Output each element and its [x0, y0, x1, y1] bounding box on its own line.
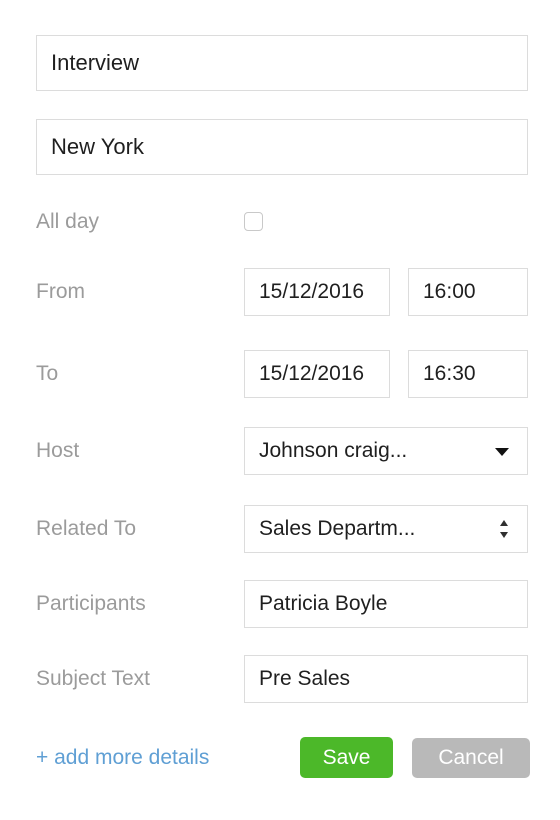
- from-time-input[interactable]: 16:00: [408, 268, 528, 316]
- stepper-arrows-icon: [500, 520, 509, 538]
- add-more-details-link[interactable]: + add more details: [36, 744, 209, 772]
- host-selected-value: Johnson craig...: [259, 439, 408, 462]
- location-input[interactable]: New York: [36, 119, 528, 175]
- to-label: To: [36, 362, 59, 385]
- from-label: From: [36, 280, 85, 303]
- cancel-button[interactable]: Cancel: [412, 738, 530, 778]
- all-day-label: All day: [36, 210, 100, 233]
- related-to-label: Related To: [36, 517, 137, 540]
- participants-input[interactable]: Patricia Boyle: [244, 580, 528, 628]
- participants-label: Participants: [36, 592, 146, 615]
- related-to-selected-value: Sales Departm...: [259, 517, 416, 540]
- subject-text-input[interactable]: Pre Sales: [244, 655, 528, 703]
- event-form: Interview New York All day From 15/12/20…: [0, 0, 560, 820]
- all-day-checkbox[interactable]: [244, 212, 263, 231]
- to-time-input[interactable]: 16:30: [408, 350, 528, 398]
- title-input[interactable]: Interview: [36, 35, 528, 91]
- from-date-input[interactable]: 15/12/2016: [244, 268, 390, 316]
- host-label: Host: [36, 439, 80, 462]
- chevron-down-icon: [495, 448, 509, 456]
- save-button[interactable]: Save: [300, 737, 393, 778]
- related-to-select[interactable]: Sales Departm...: [244, 505, 528, 553]
- subject-text-label: Subject Text: [36, 667, 151, 690]
- to-date-input[interactable]: 15/12/2016: [244, 350, 390, 398]
- stepper-down-icon: [500, 532, 508, 538]
- stepper-up-icon: [500, 520, 508, 526]
- host-select[interactable]: Johnson craig...: [244, 427, 528, 475]
